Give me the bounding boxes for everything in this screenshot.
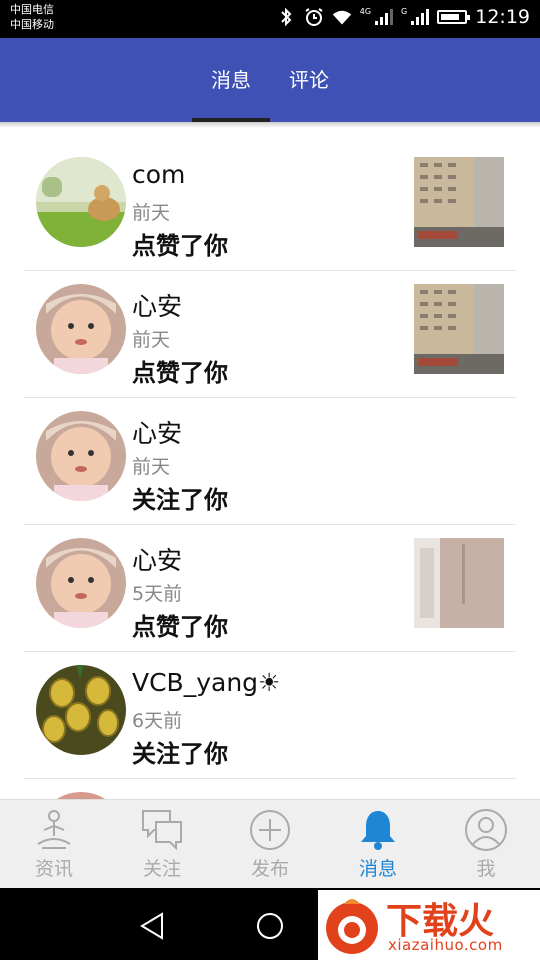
- notification-row[interactable]: 心安 5天前 点赞了你: [0, 525, 540, 652]
- bell-icon: [361, 811, 395, 850]
- nav-item-publish[interactable]: 发布: [216, 800, 324, 889]
- nav-item-follow[interactable]: 关注: [108, 800, 216, 889]
- nav-item-messages[interactable]: 消息: [324, 800, 432, 889]
- network-type-2: G: [401, 6, 408, 16]
- network-type-1: 4G: [359, 6, 372, 16]
- clock: 12:19: [475, 6, 530, 28]
- avatar[interactable]: [36, 665, 126, 755]
- user-icon: [465, 809, 507, 851]
- notification-list: com 前天 点赞了你 心安 前天 点赞了你 心安 前天 关注了你 心安 5天前…: [0, 144, 540, 906]
- notification-time: 6天前: [132, 710, 183, 732]
- user-name[interactable]: 心安: [132, 287, 182, 323]
- meditation-icon: [37, 810, 71, 849]
- back-icon[interactable]: [132, 906, 172, 946]
- battery-icon: [437, 10, 471, 24]
- notification-time: 5天前: [132, 583, 183, 605]
- nav-label: 发布: [250, 858, 289, 880]
- status-bar: 中国电信 中国移动 4G G 12:19: [0, 0, 540, 38]
- avatar[interactable]: [36, 538, 126, 628]
- nav-label: 消息: [358, 858, 397, 880]
- notification-time: 前天: [132, 456, 171, 478]
- notification-action: 点赞了你: [132, 232, 228, 260]
- carrier-1: 中国电信: [10, 3, 54, 16]
- avatar[interactable]: [36, 411, 126, 501]
- nav-label: 资讯: [34, 858, 73, 880]
- battery-level: [441, 14, 460, 20]
- user-name[interactable]: 心安: [132, 541, 182, 577]
- nav-label: 我: [476, 858, 496, 880]
- home-icon[interactable]: [250, 906, 290, 946]
- user-name[interactable]: VCB_yang☀: [132, 668, 280, 697]
- bottom-navigation: 资讯 关注 发布 消息 我: [0, 799, 540, 889]
- nav-label: 关注: [142, 858, 181, 880]
- watermark-url: xiazaihuo.com: [388, 936, 503, 954]
- signal-icon: [411, 9, 430, 25]
- tab-comments[interactable]: 评论: [270, 38, 348, 122]
- flame-logo-icon: [326, 899, 378, 954]
- notification-row[interactable]: VCB_yang☀ 6天前 关注了你: [0, 652, 540, 779]
- notification-action: 关注了你: [132, 740, 228, 768]
- plus-circle-icon: [250, 810, 290, 850]
- nav-item-news[interactable]: 资讯: [0, 800, 108, 889]
- carrier-info: 中国电信 中国移动: [10, 2, 54, 32]
- bluetooth-icon: [276, 7, 296, 27]
- notification-action: 关注了你: [132, 486, 228, 514]
- alarm-icon: [304, 7, 324, 27]
- user-name[interactable]: 心安: [132, 414, 182, 450]
- carrier-2: 中国移动: [10, 18, 54, 31]
- avatar[interactable]: [36, 157, 126, 247]
- nav-item-me[interactable]: 我: [432, 800, 540, 889]
- avatar[interactable]: [36, 284, 126, 374]
- notification-row[interactable]: 心安 前天 点赞了你: [0, 271, 540, 398]
- notification-row[interactable]: 心安 前天 关注了你: [0, 398, 540, 525]
- tab-messages[interactable]: 消息: [192, 38, 270, 122]
- tab-bar-shadow: [0, 122, 540, 128]
- post-thumbnail[interactable]: [414, 157, 504, 247]
- chat-bubbles-icon: [142, 810, 182, 851]
- notification-time: 前天: [132, 329, 171, 351]
- user-name[interactable]: com: [132, 160, 185, 189]
- watermark-logo: 下载火 xiazaihuo.com: [318, 890, 540, 960]
- wifi-icon: [332, 7, 352, 27]
- notification-row[interactable]: com 前天 点赞了你: [0, 144, 540, 271]
- status-icons: 4G G 12:19: [276, 6, 530, 28]
- app-tab-bar: 消息 评论: [0, 38, 540, 122]
- notification-action: 点赞了你: [132, 613, 228, 641]
- post-thumbnail[interactable]: [414, 284, 504, 374]
- signal-icon: [375, 9, 394, 25]
- notification-action: 点赞了你: [132, 359, 228, 387]
- notification-time: 前天: [132, 202, 171, 224]
- post-thumbnail[interactable]: [414, 538, 504, 628]
